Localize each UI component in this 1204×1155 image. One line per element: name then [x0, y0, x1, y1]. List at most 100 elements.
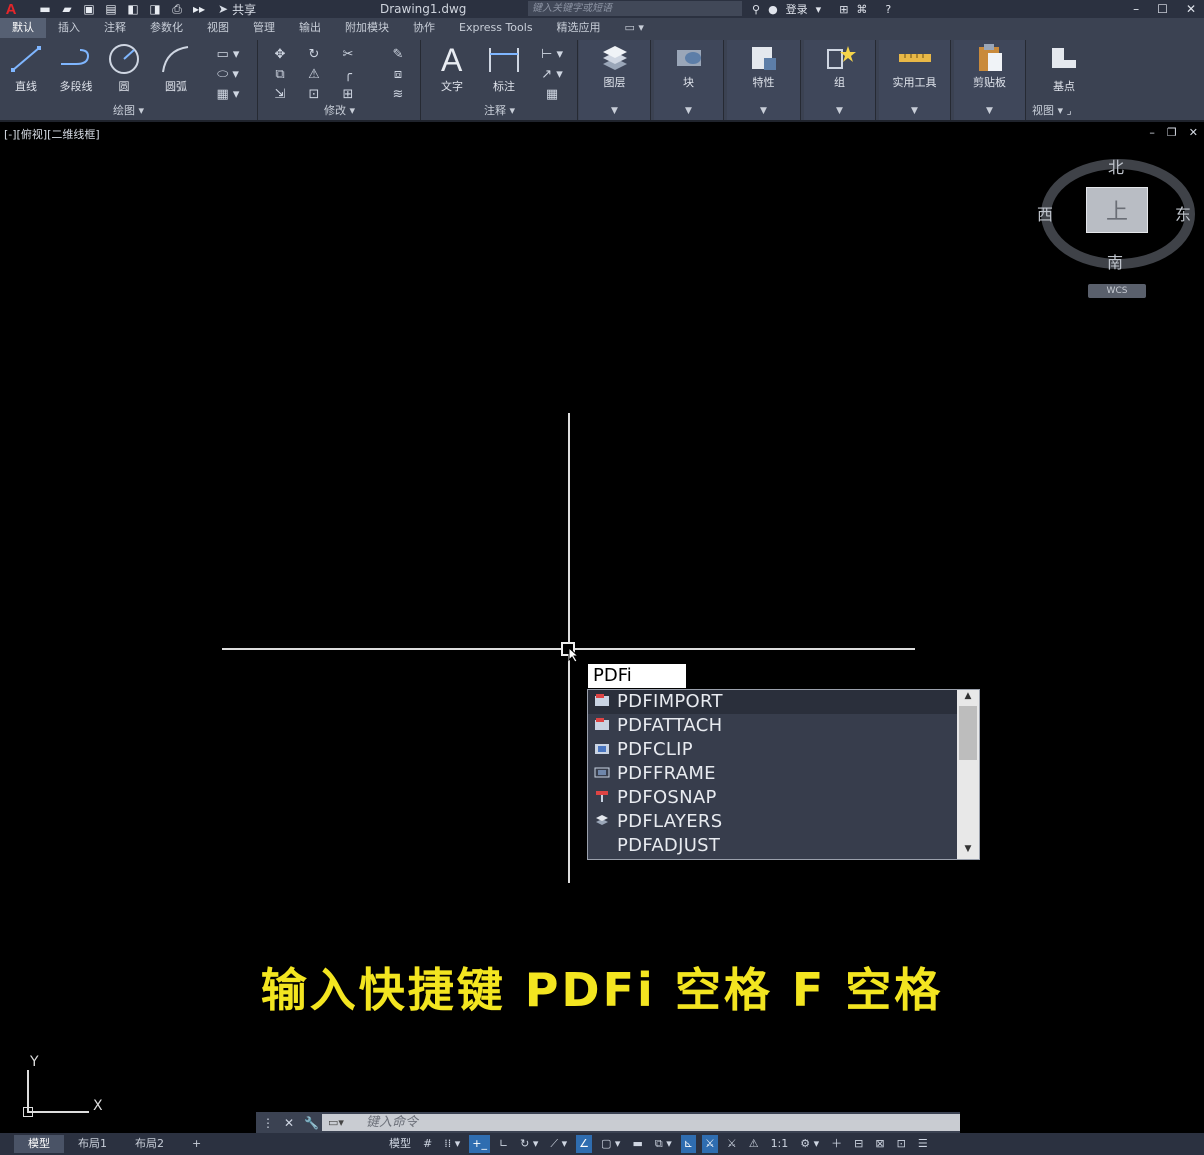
open-web-icon[interactable]: ◧ [124, 2, 142, 16]
polar-icon[interactable]: ↻ ▾ [517, 1135, 541, 1153]
tab-6[interactable]: 输出 [287, 18, 333, 38]
properties-button[interactable]: 特性 ▼ [727, 40, 801, 120]
add-layout-button[interactable]: + [178, 1135, 215, 1153]
clipboard-button[interactable]: 剪贴板 ▼ [954, 40, 1026, 120]
object-snap-icon[interactable]: ▢ ▾ [598, 1135, 623, 1153]
autocomplete-item-pdfosnap[interactable]: PDFOSNAP [588, 786, 957, 810]
open-file-icon[interactable]: ▰ [58, 2, 76, 16]
leader-icon[interactable]: ↗ ▾ [530, 64, 574, 84]
command-input[interactable]: ▭▾ 键入命令 [322, 1114, 960, 1131]
scroll-up-icon[interactable]: ▲ [957, 691, 979, 705]
search-icon[interactable]: ⚲ [752, 3, 760, 16]
customization-icon[interactable]: ☰ [915, 1135, 931, 1153]
stretch-icon[interactable]: ⇲ [263, 84, 297, 104]
ucs-toggle-icon[interactable]: ⊾ [680, 1135, 696, 1153]
modify-panel-title[interactable]: 修改 ▾ [259, 102, 420, 118]
annotation-scale-icon[interactable]: ⚠ [746, 1135, 762, 1153]
close-icon[interactable]: ✕ [1186, 2, 1196, 16]
scroll-down-icon[interactable]: ▼ [957, 844, 979, 858]
maximize-icon[interactable]: ☐ [1157, 2, 1168, 16]
tab-8[interactable]: 协作 [401, 18, 447, 38]
signin-dropdown-icon[interactable]: ▾ [816, 3, 822, 16]
model-space-label[interactable]: 模型 [386, 1135, 414, 1153]
user-icon[interactable]: ● [768, 3, 778, 16]
viewport-controls[interactable]: [-][俯视][二维线框] [4, 126, 100, 142]
recent-commands-icon[interactable]: ▭▾ [328, 1114, 344, 1131]
autocomplete-item-pdfclip[interactable]: PDFCLIP [588, 738, 957, 762]
circle-button[interactable]: 圆 [100, 42, 148, 94]
save-as-icon[interactable]: ▤ [102, 2, 120, 16]
tab-4[interactable]: 视图 [195, 18, 241, 38]
tab-layout2[interactable]: 布局2 [121, 1135, 178, 1153]
autocomplete-item-pdfframe[interactable]: PDFFRAME [588, 762, 957, 786]
save-icon[interactable]: ▣ [80, 2, 98, 16]
draw-panel-title[interactable]: 绘图 ▾ [0, 102, 257, 118]
quick-properties-icon[interactable]: ⊠ [872, 1135, 887, 1153]
array-icon[interactable]: ⊞ [331, 84, 365, 104]
ortho-icon[interactable]: ∟ [496, 1135, 511, 1153]
erase-icon[interactable]: ✎ [381, 44, 415, 64]
text-button[interactable]: A 文字 [428, 42, 476, 94]
grip-icon[interactable]: ⋮ [262, 1116, 274, 1130]
rotate-icon[interactable]: ↻ [297, 44, 331, 64]
groups-button[interactable]: 组 ▼ [804, 40, 876, 120]
share-button[interactable]: ➤ 共享 [218, 1, 256, 18]
layers-button[interactable]: 图层 ▼ [579, 40, 651, 120]
cart-icon[interactable]: ⊞ [839, 3, 848, 16]
arc-button[interactable]: 圆弧 [152, 42, 200, 94]
autocomplete-item-pdfattach[interactable]: PDFATTACH [588, 714, 957, 738]
ribbon-options-icon[interactable]: ▭ ▾ [613, 18, 656, 38]
autocomplete-scrollbar[interactable]: ▲ ▼ [957, 690, 979, 859]
tab-0[interactable]: 默认 [0, 18, 46, 38]
annotation-monitor-icon[interactable]: ＋ [828, 1135, 845, 1153]
view-panel-title[interactable]: 视图 ▾ ⌟ [1030, 102, 1100, 118]
viewport-restore-icon[interactable]: ❐ [1167, 126, 1177, 139]
line-button[interactable]: 直线 [2, 42, 50, 94]
copy-icon[interactable]: ⧉ [263, 64, 297, 84]
move-icon[interactable]: ✥ [263, 44, 297, 64]
grid-icon[interactable]: # [420, 1135, 435, 1153]
clean-screen-icon[interactable]: ⊡ [894, 1135, 909, 1153]
workspace-gear-icon[interactable]: ⚙ ▾ [797, 1135, 822, 1153]
basepoint-button[interactable]: 基点 [1040, 42, 1088, 94]
utilities-button[interactable]: 实用工具 ▼ [879, 40, 951, 120]
close-cmd-icon[interactable]: ✕ [284, 1116, 294, 1130]
search-input[interactable]: 键入关键字或短语 [528, 1, 742, 16]
annotation-panel-title[interactable]: 注释 ▾ [422, 102, 577, 118]
linear-dim-icon[interactable]: ⊢ ▾ [530, 44, 574, 64]
tab-model[interactable]: 模型 [14, 1135, 64, 1153]
snap-icon[interactable]: ⁞⁞ ▾ [441, 1135, 463, 1153]
tab-1[interactable]: 插入 [46, 18, 92, 38]
autodesk-app-icon[interactable]: ⌘ [856, 3, 867, 16]
polyline-button[interactable]: 多段线 [52, 42, 100, 94]
scale-label[interactable]: 1:1 [768, 1135, 792, 1153]
tab-2[interactable]: 注释 [92, 18, 138, 38]
autocomplete-item-pdfimport[interactable]: PDFIMPORT [588, 690, 957, 714]
save-web-icon[interactable]: ◨ [146, 2, 164, 16]
rectangle-icon[interactable]: ▭ ▾ [204, 44, 252, 64]
signin-label[interactable]: 登录 [786, 1, 808, 17]
viewcube-top-face[interactable]: 上 [1086, 187, 1148, 233]
dimension-button[interactable]: 标注 [480, 42, 528, 94]
plot-icon[interactable]: ⎙ [168, 2, 186, 16]
autocomplete-item-pdflayers[interactable]: PDFLAYERS [588, 810, 957, 834]
tab-layout1[interactable]: 布局1 [64, 1135, 121, 1153]
autocomplete-item-pdfadjust[interactable]: PDFADJUST [588, 834, 957, 858]
units-icon[interactable]: ⊟ [851, 1135, 866, 1153]
fillet-icon[interactable]: ╭ [331, 64, 365, 84]
mirror-icon[interactable]: ⚠ [297, 64, 331, 84]
dynamic-input-toggle-icon[interactable]: +_ [469, 1135, 490, 1153]
viewcube-west[interactable]: 西 [1037, 201, 1053, 225]
minimize-icon[interactable]: – [1133, 2, 1139, 16]
offset-icon[interactable]: ≋ [381, 84, 415, 104]
selection-cycling-icon[interactable]: ⧉ ▾ [652, 1135, 675, 1153]
scale-icon[interactable]: ⊡ [297, 84, 331, 104]
tab-7[interactable]: 附加模块 [333, 18, 401, 38]
help-icon[interactable]: ? [885, 3, 891, 16]
object-snap-tracking-icon[interactable]: ∠ [576, 1135, 593, 1153]
more-icon[interactable]: ▸▸ [190, 2, 208, 16]
dynamic-input-field[interactable]: PDFi [588, 664, 686, 688]
isodraft-icon[interactable]: ⟋ ▾ [547, 1135, 570, 1153]
customize-icon[interactable]: 🔧 [304, 1116, 319, 1130]
scrollbar-thumb[interactable] [959, 706, 977, 760]
